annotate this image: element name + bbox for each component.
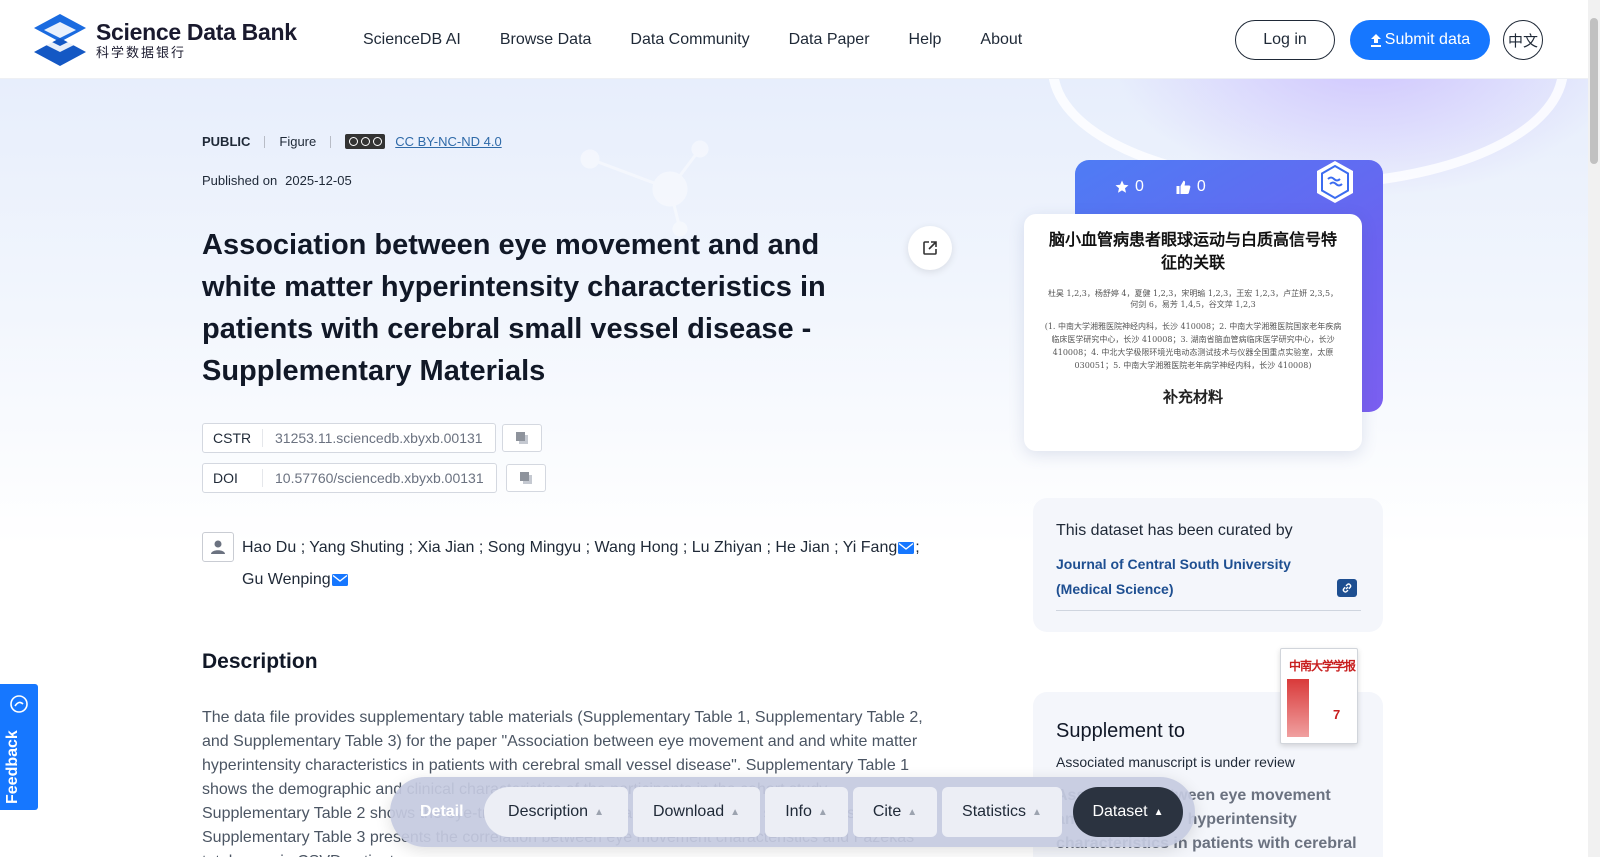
published-date: Published on 2025-12-05: [202, 173, 352, 188]
link-icon[interactable]: [1337, 579, 1357, 597]
star-icon: [1115, 180, 1129, 193]
description-heading: Description: [202, 650, 318, 673]
preview-title: 脑小血管病患者眼球运动与白质高信号特征的关联: [1048, 230, 1337, 272]
top-header: Science Data Bank 科学数据银行 ScienceDB AI Br…: [0, 0, 1588, 79]
tab-download[interactable]: Download ▲: [633, 787, 760, 837]
page-title: Association between eye movement and and…: [202, 229, 826, 387]
chevron-up-icon: ▲: [594, 806, 604, 818]
nav-browse-data[interactable]: Browse Data: [500, 31, 592, 49]
page-scrollbar[interactable]: [1588, 0, 1600, 857]
nav-about[interactable]: About: [980, 31, 1022, 49]
doi-value: 10.57760/sciencedb.xbyxb.00131: [275, 470, 484, 486]
chevron-up-icon: ▲: [730, 806, 741, 818]
copy-doi-button[interactable]: [506, 464, 546, 492]
doi-label: DOI: [203, 469, 263, 487]
dataset-meta: PUBLIC Figure CC BY-NC-ND 4.0: [202, 134, 502, 149]
preview-affiliations: (1. 中南大学湘雅医院神经内科，长沙 410008；2. 中南大学湘雅医院国家…: [1044, 322, 1342, 370]
mail-icon[interactable]: [331, 573, 348, 586]
curated-label: This dataset has been curated by: [1056, 522, 1293, 539]
author-name[interactable]: Gu Wenping: [242, 571, 331, 588]
person-icon: [211, 540, 225, 554]
nav-data-community[interactable]: Data Community: [630, 31, 749, 49]
nav-data-paper[interactable]: Data Paper: [789, 31, 870, 49]
main-nav: ScienceDB AI Browse Data Data Community …: [363, 0, 1061, 79]
copy-cstr-button[interactable]: [502, 424, 542, 452]
language-toggle[interactable]: 中文: [1503, 20, 1543, 60]
logo-icon: [34, 14, 86, 66]
chevron-up-icon: ▲: [1032, 806, 1042, 818]
doi-field: DOI 10.57760/sciencedb.xbyxb.00131: [202, 463, 497, 493]
author-name[interactable]: He Jian: [775, 539, 829, 556]
author-name[interactable]: Yang Shuting: [309, 539, 404, 556]
preview-authors: 杜昊 1,2,3，杨舒婷 4，夏健 1,2,3，宋明瑜 1,2,3，王宏 1,2…: [1047, 289, 1339, 309]
tab-description[interactable]: Description ▲: [484, 787, 628, 837]
star-count[interactable]: 0: [1115, 178, 1144, 196]
cstr-label: CSTR: [203, 429, 263, 447]
preview-subtitle: 补充材料: [1162, 388, 1223, 406]
supplement-status: Associated manuscript is under review: [1056, 754, 1295, 770]
feedback-tab[interactable]: Feedback: [0, 684, 38, 810]
author-name[interactable]: Song Mingyu: [488, 539, 581, 556]
paper-preview[interactable]: 脑小血管病患者眼球运动与白质高信号特征的关联 杜昊 1,2,3，杨舒婷 4，夏健…: [1024, 214, 1362, 451]
copy-icon: [516, 432, 528, 444]
tab-info[interactable]: Info ▲: [765, 787, 848, 837]
shield-badge-icon: [1317, 161, 1353, 203]
chevron-up-icon: ▲: [1153, 806, 1164, 818]
like-count[interactable]: 0: [1176, 178, 1206, 196]
visibility-badge: PUBLIC: [202, 134, 251, 149]
author-name[interactable]: Xia Jian: [418, 539, 475, 556]
tab-cite[interactable]: Cite ▲: [853, 787, 937, 837]
share-button[interactable]: [908, 226, 952, 270]
card-stats: 0 0: [1115, 178, 1238, 196]
site-logo[interactable]: Science Data Bank 科学数据银行: [32, 12, 297, 68]
logo-title: Science Data Bank: [96, 19, 297, 45]
author-icon: [202, 532, 234, 562]
thumbs-up-icon: [1176, 180, 1191, 194]
copy-icon: [520, 472, 532, 484]
journal-cover-image[interactable]: 中南大学学报 7: [1280, 648, 1358, 744]
license-link[interactable]: CC BY-NC-ND 4.0: [395, 134, 501, 149]
cstr-value: 31253.11.sciencedb.xbyxb.00131: [275, 430, 483, 446]
section-dock: Detail Description ▲ Download ▲ Info ▲ Cite…: [390, 777, 1195, 847]
author-name[interactable]: Hao Du: [242, 539, 296, 556]
upload-icon: [1370, 33, 1381, 47]
tab-dataset[interactable]: Dataset ▲: [1073, 787, 1183, 837]
tab-statistics[interactable]: Statistics ▲: [942, 787, 1062, 837]
dock-detail-label: Detail: [420, 803, 464, 820]
submit-data-label: Submit data: [1384, 31, 1471, 48]
nav-help[interactable]: Help: [909, 31, 942, 49]
cc-license-icon: [345, 134, 386, 149]
published-label: Published on: [202, 173, 278, 188]
logo-subtitle: 科学数据银行: [96, 45, 187, 60]
author-name[interactable]: Yi Fang: [843, 539, 898, 556]
submit-data-button[interactable]: Submit data: [1350, 20, 1490, 60]
published-value: 2025-12-05: [285, 173, 352, 188]
author-name[interactable]: Wang Hong: [595, 539, 679, 556]
dataset-type: Figure: [279, 134, 317, 149]
author-name[interactable]: Lu Zhiyan: [692, 539, 762, 556]
chevron-up-icon: ▲: [817, 806, 828, 818]
feedback-icon: [10, 695, 28, 713]
chevron-up-icon: ▲: [907, 806, 918, 818]
cstr-field: CSTR 31253.11.sciencedb.xbyxb.00131: [202, 423, 496, 453]
mail-icon[interactable]: [898, 541, 915, 554]
nav-sciencedb-ai[interactable]: ScienceDB AI: [363, 31, 461, 49]
supplement-heading: Supplement to: [1056, 720, 1185, 742]
external-link-icon: [923, 241, 937, 255]
login-button[interactable]: Log in: [1235, 20, 1335, 60]
molecule-decoration: [580, 140, 709, 237]
curated-by-panel: This dataset has been curated by Journal…: [1033, 498, 1383, 632]
author-list: Hao Du ; Yang Shuting ; Xia Jian ; Song …: [242, 539, 920, 588]
curated-journal-link[interactable]: Journal of Central South University (Med…: [1056, 552, 1311, 602]
